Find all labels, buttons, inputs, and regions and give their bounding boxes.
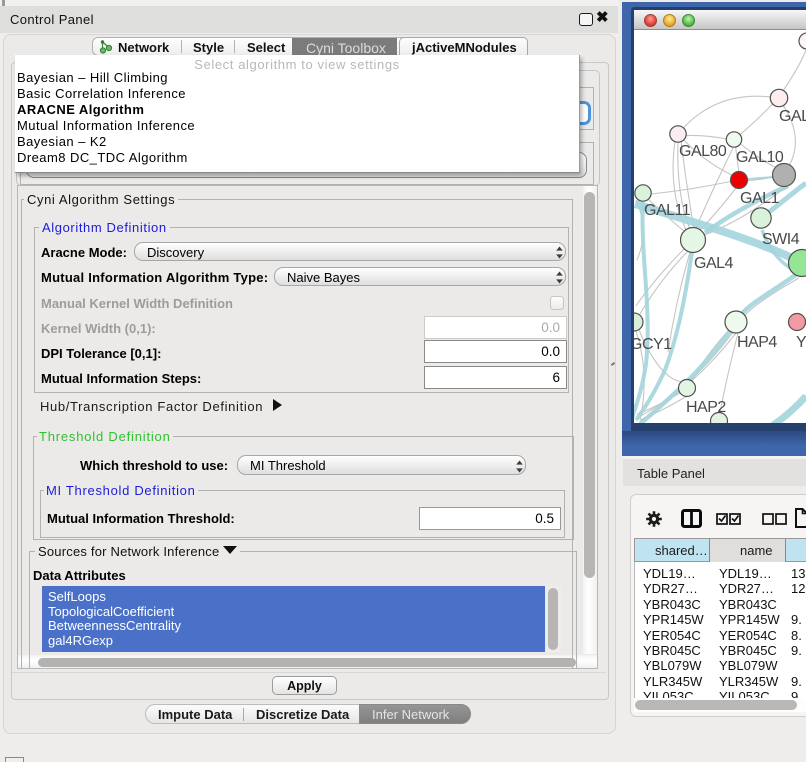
svg-text:GCY1: GCY1 — [634, 336, 672, 353]
svg-text:YJ: YJ — [796, 334, 806, 351]
svg-text:GAL11: GAL11 — [644, 202, 691, 219]
svg-text:GAL4: GAL4 — [694, 255, 734, 272]
svg-text:GAL7: GAL7 — [779, 108, 806, 125]
svg-text:GAL1: GAL1 — [740, 190, 780, 207]
svg-text:HAP2: HAP2 — [686, 399, 726, 416]
svg-text:SWI4: SWI4 — [762, 231, 800, 248]
svg-text:GAL80: GAL80 — [679, 143, 727, 160]
svg-text:GAL10: GAL10 — [736, 149, 784, 166]
svg-text:HAP4: HAP4 — [737, 334, 777, 351]
